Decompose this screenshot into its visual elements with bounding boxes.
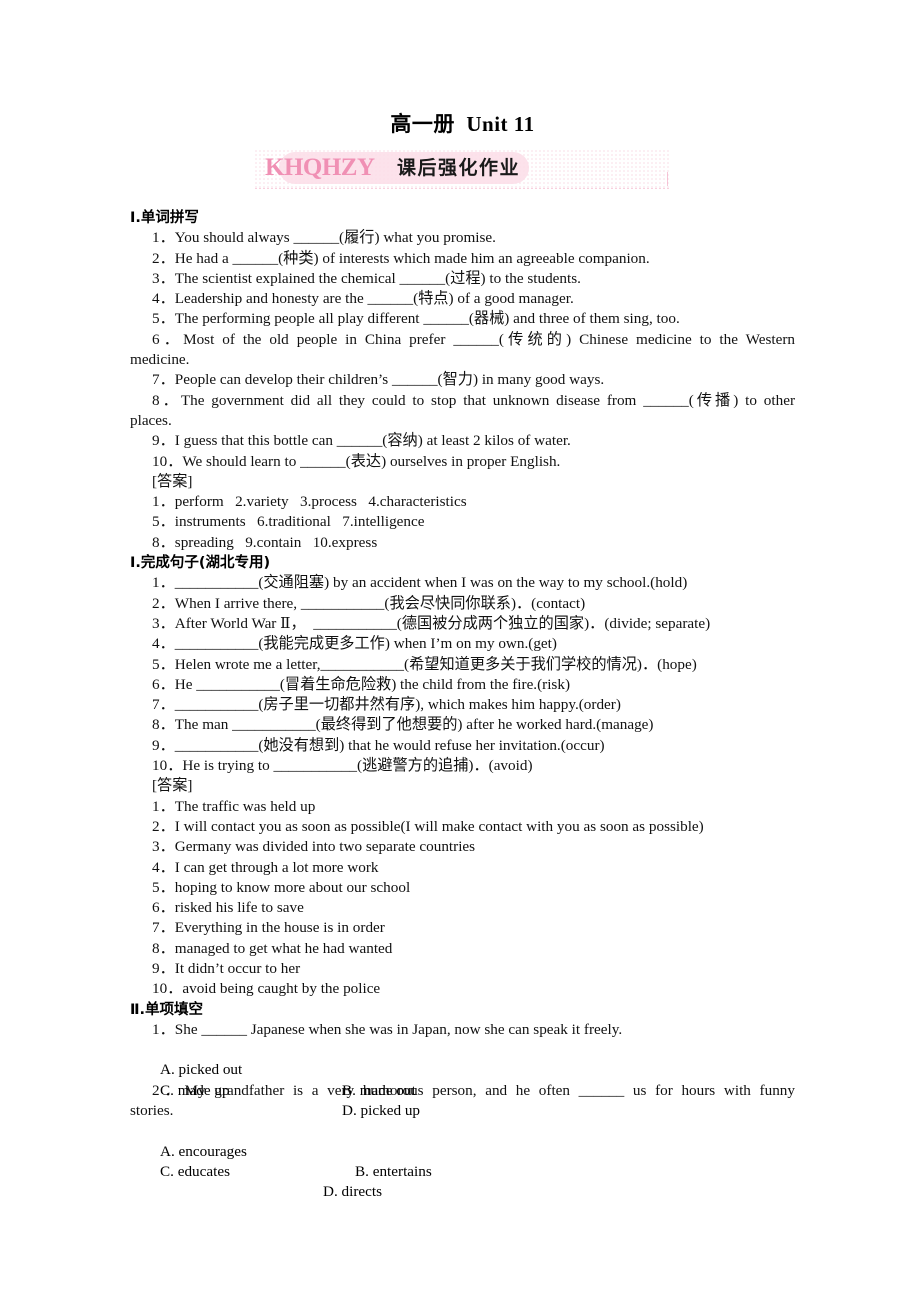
question-item: 8．The government did all they could to s… xyxy=(152,391,795,409)
mc-option-d[interactable]: D. directs xyxy=(323,1182,382,1202)
question-item: 6．Most of the old people in China prefer… xyxy=(152,330,795,348)
banner-inner: KHQHZY 课后强化作业 xyxy=(255,148,670,192)
answer-item: 5．hoping to know more about our school xyxy=(152,878,411,896)
question-item: 2．When I arrive there, ___________(我会尽快同… xyxy=(152,594,586,612)
question-item: 10．We should learn to ______(表达) ourselv… xyxy=(152,452,561,470)
question-item: 9．I guess that this bottle can ______(容纳… xyxy=(152,432,571,450)
section-heading-multiple-choice: Ⅱ.单项填空 xyxy=(130,1001,204,1018)
question-item: 10．He is trying to ___________(逃避警方的追捕)．… xyxy=(152,757,533,775)
mc-option-b[interactable]: B. entertains xyxy=(355,1162,432,1182)
answer-item: 6．risked his life to save xyxy=(152,899,304,917)
brand-logo-text: KHQHZY xyxy=(265,154,375,181)
question-item: 4．___________(我能完成更多工作) when I’m on my o… xyxy=(152,635,557,653)
answer-item: 10．avoid being caught by the police xyxy=(152,980,381,998)
answer-item: 1．The traffic was held up xyxy=(152,797,316,815)
question-item: 9．___________(她没有想到) that he would refus… xyxy=(152,736,605,754)
question-item: 8．The man ___________(最终得到了他想要的) after h… xyxy=(152,716,654,734)
page-title: 高一册 Unit 11 xyxy=(390,112,535,136)
section-banner: KHQHZY 课后强化作业 xyxy=(130,148,795,192)
answer-label: [答案] xyxy=(152,472,193,490)
answer-item: 1．perform 2.variety 3.process 4.characte… xyxy=(152,493,467,511)
answer-item: 3．Germany was divided into two separate … xyxy=(152,838,476,856)
mc-option-c[interactable]: C. educates xyxy=(160,1162,230,1182)
question-item: 7．People can develop their children’s __… xyxy=(152,371,605,389)
worksheet-page: 高一册 Unit 11 KHQHZY 课后强化作业 Ⅰ.单词拼写 1．You s… xyxy=(0,0,920,1302)
section-heading-complete-sentences: Ⅰ.完成句子(湖北专用) xyxy=(130,555,271,572)
question-item: 1．___________(交通阻塞) by an accident when … xyxy=(152,574,688,592)
worksheet-content: Ⅰ.单词拼写 1．You should always ______(履行) wh… xyxy=(130,208,795,1200)
question-item: 3．After World War Ⅱ， ___________(德国被分成两个… xyxy=(152,614,711,632)
answer-item: 7．Everything in the house is in order xyxy=(152,919,385,937)
question-item: 5．Helen wrote me a letter,___________(希望… xyxy=(152,655,697,673)
section-heading-word-spelling: Ⅰ.单词拼写 xyxy=(130,210,199,226)
answer-item: 8．managed to get what he had wanted xyxy=(152,939,393,957)
mc-question-stem: 1．She ______ Japanese when she was in Ja… xyxy=(152,1020,623,1038)
answer-item: 4．I can get through a lot more work xyxy=(152,858,379,876)
mc-option-row: A. picked out B. made out xyxy=(130,1040,795,1098)
mc-question-stem: 2．My grandfather is a very humorous pers… xyxy=(152,1081,795,1099)
banner-right-edge xyxy=(667,172,668,186)
question-item: 6．He ___________(冒着生命危险救) the child from… xyxy=(152,675,570,693)
banner-underline xyxy=(255,188,670,189)
question-item: 5．The performing people all play differe… xyxy=(152,310,680,328)
question-item: 1．You should always ______(履行) what you … xyxy=(152,229,496,247)
banner-label: 课后强化作业 xyxy=(397,157,521,179)
answer-item: 5．instruments 6.traditional 7.intelligen… xyxy=(152,513,425,531)
mc-option-row: A. encourages B. entertains xyxy=(130,1121,795,1180)
answer-item: 9．It didn’t occur to her xyxy=(152,959,301,977)
question-item: 2．He had a ______(种类) of interests which… xyxy=(152,249,650,267)
question-item: 7．___________(房子里一切都井然有序), which makes h… xyxy=(152,696,621,714)
question-item: 4．Leadership and honesty are the ______(… xyxy=(152,290,574,308)
answer-label: [答案] xyxy=(152,777,193,795)
mc-option-row: C. educates D. directs xyxy=(130,1142,795,1200)
answer-item: 8．spreading 9.contain 10.express xyxy=(152,533,378,551)
page-title-row: 高一册 Unit 11 xyxy=(130,108,795,138)
question-wrap-line: medicine. xyxy=(130,351,190,369)
mc-option-c[interactable]: C. made up xyxy=(160,1081,230,1101)
question-item: 3．The scientist explained the chemical _… xyxy=(152,269,581,287)
question-wrap-line: places. xyxy=(130,411,172,429)
mc-question-wrap-line: stories. xyxy=(130,1102,174,1120)
mc-option-row: C. made up D. picked up xyxy=(130,1060,795,1119)
answer-item: 2．I will contact you as soon as possible… xyxy=(152,817,704,835)
mc-option-b[interactable]: B. made out xyxy=(342,1081,416,1101)
mc-option-d[interactable]: D. picked up xyxy=(342,1101,420,1121)
